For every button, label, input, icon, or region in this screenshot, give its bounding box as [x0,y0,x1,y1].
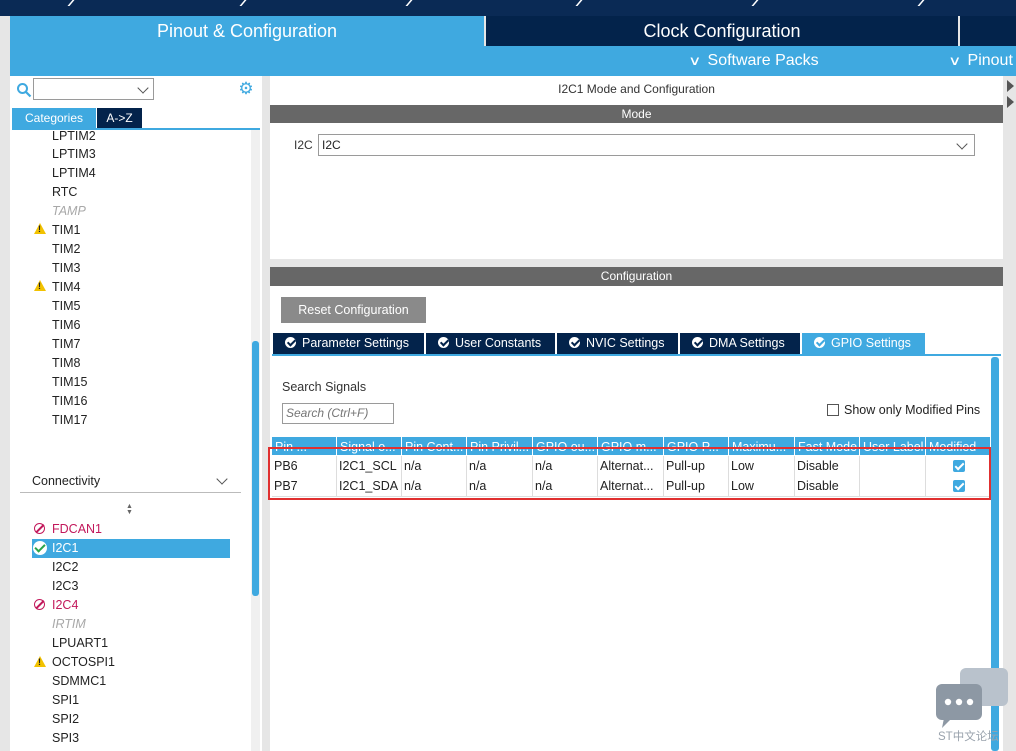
show-modified-checkbox[interactable] [827,404,839,416]
gear-icon[interactable]: ⚙ [237,80,255,98]
list-item[interactable]: TIM4 [52,280,80,294]
list-item[interactable]: TIM6 [52,318,80,332]
tab-project-manager[interactable] [960,16,1016,46]
mode-panel [270,76,1003,259]
list-item[interactable]: I2C3 [52,579,78,593]
tab-label: GPIO Settings [831,336,911,350]
list-item[interactable]: OCTOSPI1 [52,655,115,669]
top-strip-divider [575,0,583,6]
show-modified-label: Show only Modified Pins [844,403,981,417]
software-packs-menu[interactable]: ∨ Software Packs [688,50,819,72]
warning-icon [34,280,46,291]
list-item[interactable]: TIM8 [52,356,80,370]
top-strip-divider [239,0,247,6]
check-circle-icon [692,337,703,348]
watermark-text: ST中文论坛 [938,731,999,743]
list-item[interactable]: RTC [52,185,77,199]
tab-pinout-configuration[interactable]: Pinout & Configuration [10,16,484,46]
top-strip-divider [67,0,75,6]
check-circle-icon [438,337,449,348]
list-item[interactable]: SPI1 [52,693,79,707]
category-search-combo[interactable] [33,78,154,100]
list-item[interactable]: FDCAN1 [52,522,102,536]
tab-nvic-settings[interactable]: NVIC Settings [557,333,678,354]
top-strip-divider [917,0,925,6]
top-strip [0,0,1016,16]
list-item[interactable]: LPTIM2 [52,129,96,140]
list-item[interactable]: SPI2 [52,712,79,726]
search-icon[interactable] [16,82,32,98]
tab-categories[interactable]: Categories [12,108,96,128]
list-item[interactable]: TIM3 [52,261,80,275]
top-strip-divider [751,0,759,6]
search-signals-field[interactable] [282,403,394,424]
tab-underline [12,128,260,130]
sub-menu-bar [10,46,1016,76]
list-item[interactable]: TIM2 [52,242,80,256]
check-circle-icon [285,337,296,348]
tab-user-constants[interactable]: User Constants [426,333,555,354]
list-item[interactable]: TIM15 [52,375,87,389]
tab-dma-settings[interactable]: DMA Settings [680,333,800,354]
list-item-selected[interactable]: I2C1 [52,541,78,555]
chevron-down-icon [956,138,968,150]
software-packs-label: Software Packs [707,52,819,69]
chevron-down-icon: ∨ [948,53,962,68]
list-item[interactable]: TIM17 [52,413,87,427]
list-item[interactable]: TIM5 [52,299,80,313]
configuration-section-bar[interactable]: Configuration [270,267,1003,286]
highlight-annotation-box [268,447,991,500]
tab-label: User Constants [455,336,542,350]
reset-configuration-button[interactable]: Reset Configuration [281,297,426,323]
check-circle-icon [814,337,825,348]
pinout-menu[interactable]: ∨ Pinout [948,50,1013,72]
tab-a-to-z[interactable]: A->Z [97,108,142,128]
tab-gpio-settings[interactable]: GPIO Settings [802,333,925,354]
tab-label: NVIC Settings [586,336,665,350]
list-item[interactable]: TIM1 [52,223,80,237]
tab-underline [272,354,1001,356]
search-signals-input[interactable] [283,404,393,422]
connectivity-label: Connectivity [32,474,101,488]
tab-label: DMA Settings [709,336,785,350]
i2c-mode-value: I2C [322,138,341,152]
list-item[interactable]: SDMMC1 [52,674,106,688]
blocked-icon [34,599,45,610]
tab-clock-configuration[interactable]: Clock Configuration [486,16,958,46]
top-strip-divider [405,0,413,6]
warning-icon [34,656,46,667]
list-item[interactable]: TAMP [52,204,86,218]
mode-section-bar[interactable]: Mode [270,105,1003,123]
tab-label: Parameter Settings [302,336,409,350]
i2c-mode-select[interactable]: I2C [318,134,975,156]
panel-title: I2C1 Mode and Configuration [558,82,715,96]
categories-panel [10,76,262,751]
sort-arrows-icon[interactable]: ▲ ▼ [126,503,133,516]
collapse-arrow-icon[interactable] [1004,78,1016,112]
search-signals-label: Search Signals [282,380,367,394]
list-item[interactable]: TIM7 [52,337,80,351]
connectivity-category-header[interactable]: Connectivity [20,472,240,492]
list-item[interactable]: SPI3 [52,731,79,745]
pinout-label: Pinout [967,52,1013,69]
chevron-down-icon[interactable] [137,82,149,94]
list-item[interactable]: LPTIM4 [52,166,96,180]
check-circle-icon [33,541,47,555]
divider [20,492,241,493]
tab-parameter-settings[interactable]: Parameter Settings [273,333,424,354]
list-item[interactable]: TIM16 [52,394,87,408]
i2c-mode-label: I2C [294,138,313,152]
blocked-icon [34,523,45,534]
list-item[interactable]: LPUART1 [52,636,108,650]
list-item[interactable]: I2C4 [52,598,78,612]
list-item[interactable]: IRTIM [52,617,86,631]
list-item[interactable]: I2C2 [52,560,78,574]
warning-icon [34,223,46,234]
chevron-down-icon [216,473,228,485]
chevron-down-icon: ∨ [688,53,702,68]
check-circle-icon [569,337,580,348]
left-scrollbar-thumb[interactable] [252,341,259,596]
list-item[interactable]: LPTIM3 [52,147,96,161]
